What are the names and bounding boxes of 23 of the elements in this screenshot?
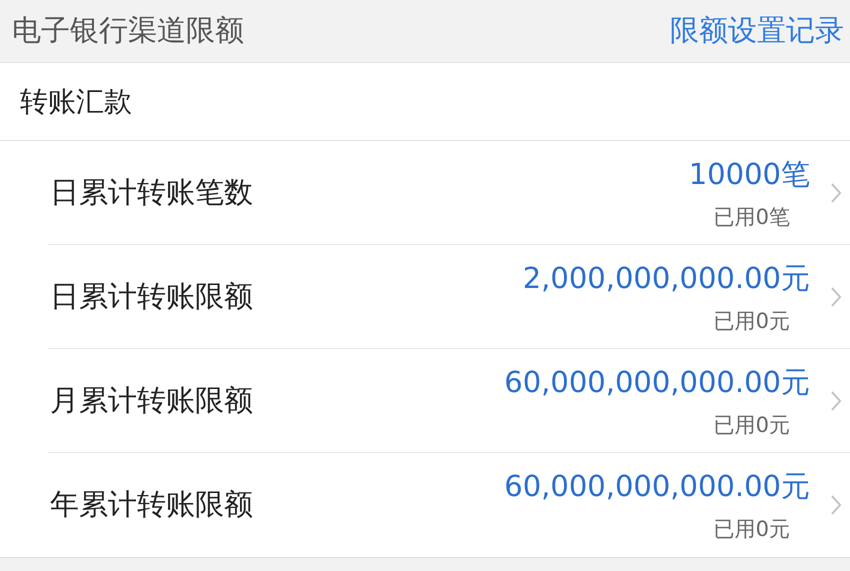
limit-value: 60,000,000,000.00元 [504,468,810,505]
limit-label: 日累计转账笔数 [49,174,254,210]
section-title: 转账汇款 [20,84,132,120]
limit-history-link[interactable]: 限额设置记录 [670,11,844,51]
limit-row[interactable]: 日累计转账限额 2,000,000,000.00元 已用0元 [48,245,850,349]
limit-value: 10000笔 [688,156,810,192]
used-amount: 已用0元 [714,516,790,543]
limit-value: 60,000,000,000.00元 [504,364,810,400]
limit-row[interactable]: 月累计转账限额 60,000,000,000.00元 已用0元 [48,349,850,453]
chevron-icon [830,286,842,308]
chevron-icon [830,182,842,204]
page-title: 电子银行渠道限额 [12,12,244,49]
limit-label: 日累计转账限额 [49,278,254,314]
limit-value: 2,000,000,000.00元 [522,260,810,296]
used-amount: 已用0元 [714,412,790,438]
used-amount: 已用0元 [714,308,790,334]
limit-row[interactable]: 年累计转账限额 60,000,000,000.00元 已用0元 [48,453,850,557]
limit-row[interactable]: 日累计转账笔数 10000笔 已用0笔 [48,141,850,245]
chevron-icon [830,494,842,516]
limit-label: 年累计转账限额 [49,486,254,523]
limit-label: 月累计转账限额 [49,382,254,418]
used-amount: 已用0笔 [714,204,790,230]
chevron-icon [830,390,842,412]
